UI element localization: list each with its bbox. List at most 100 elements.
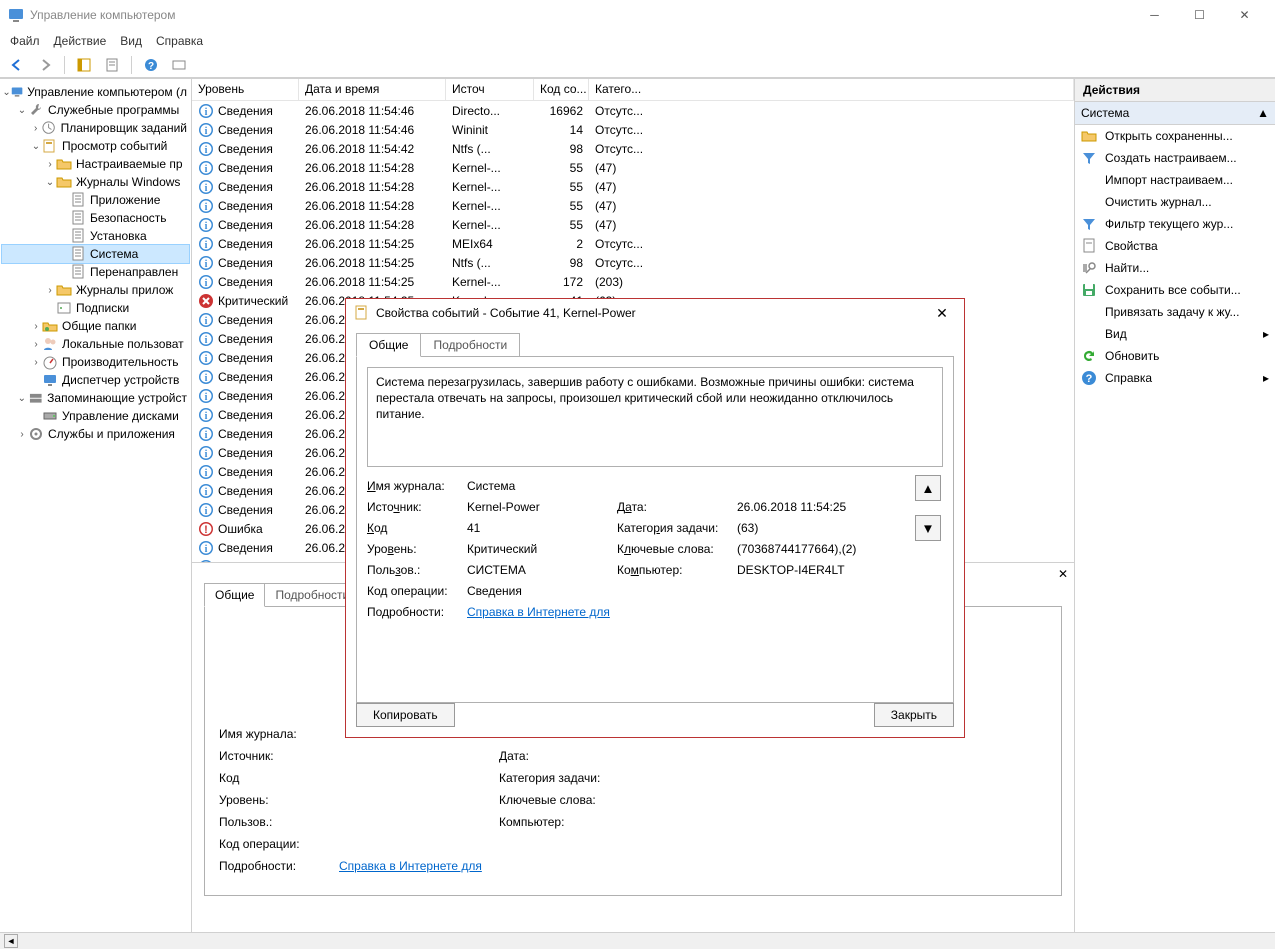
detail-close-icon[interactable]: ✕ xyxy=(1058,567,1068,581)
f-cat-label: Категория задачи: xyxy=(617,521,737,535)
tree-item[interactable]: Безопасность xyxy=(2,209,189,227)
tree-item[interactable]: ⌄Управление компьютером (л xyxy=(2,83,189,101)
expand-icon[interactable]: ⌄ xyxy=(44,177,56,188)
help-button[interactable]: ? xyxy=(140,54,162,76)
expand-icon[interactable]: ⌄ xyxy=(30,141,42,152)
tree-item[interactable]: Установка xyxy=(2,227,189,245)
next-event-button[interactable]: ▼ xyxy=(915,515,941,541)
copy-button[interactable]: Копировать xyxy=(356,703,455,727)
tree-item[interactable]: ⌄Журналы Windows xyxy=(2,173,189,191)
col-datetime[interactable]: Дата и время xyxy=(299,79,446,100)
action-item[interactable]: Очистить журнал... xyxy=(1075,191,1275,213)
col-level[interactable]: Уровень xyxy=(192,79,299,100)
tree-item[interactable]: Подписки xyxy=(2,299,189,317)
col-category[interactable]: Катего... xyxy=(589,79,1074,100)
action-label: Привязать задачу к жу... xyxy=(1105,305,1269,319)
tree-item[interactable]: ›Планировщик заданий xyxy=(2,119,189,137)
tree-item[interactable]: ›Производительность xyxy=(2,353,189,371)
table-row[interactable]: iСведения26.06.2018 11:54:25MEIx642Отсут… xyxy=(192,234,1074,253)
back-button[interactable] xyxy=(6,54,28,76)
cell-level: Сведения xyxy=(218,408,273,422)
menu-file[interactable]: Файл xyxy=(10,34,40,48)
action-item[interactable]: Свойства xyxy=(1075,235,1275,257)
forward-button[interactable] xyxy=(34,54,56,76)
table-row[interactable]: iСведения26.06.2018 11:54:28Kernel-...55… xyxy=(192,177,1074,196)
tree-item[interactable]: Система xyxy=(2,245,189,263)
tree-item[interactable]: ›Локальные пользоват xyxy=(2,335,189,353)
actions-section[interactable]: Система ▲ xyxy=(1075,102,1275,125)
log-icon xyxy=(70,210,86,226)
tree-item[interactable]: ⌄Служебные программы xyxy=(2,101,189,119)
scroll-left-icon[interactable]: ◄ xyxy=(4,934,18,948)
tree-item[interactable]: ⌄Запоминающие устройст xyxy=(2,389,189,407)
dialog-tab-details[interactable]: Подробности xyxy=(420,333,520,357)
tree-item[interactable]: Приложение xyxy=(2,191,189,209)
table-row[interactable]: iСведения26.06.2018 11:54:28Kernel-...55… xyxy=(192,158,1074,177)
tree-item[interactable]: Управление дисками xyxy=(2,407,189,425)
tree-item[interactable]: Перенаправлен xyxy=(2,263,189,281)
action-item[interactable]: Привязать задачу к жу... xyxy=(1075,301,1275,323)
menu-action[interactable]: Действие xyxy=(54,34,107,48)
expand-icon[interactable]: ⌄ xyxy=(16,105,28,116)
minimize-button[interactable]: ─ xyxy=(1132,1,1177,29)
expand-icon[interactable]: ⌄ xyxy=(16,393,28,404)
action-item[interactable]: Обновить xyxy=(1075,345,1275,367)
expand-icon[interactable]: › xyxy=(44,285,56,296)
expand-icon[interactable]: › xyxy=(30,339,42,350)
expand-icon[interactable]: ⌄ xyxy=(2,87,11,98)
info-icon: i xyxy=(198,312,214,328)
menu-view[interactable]: Вид xyxy=(120,34,142,48)
expand-icon[interactable]: › xyxy=(44,159,56,170)
tree-item[interactable]: ›Журналы прилож xyxy=(2,281,189,299)
action-item[interactable]: Вид▸ xyxy=(1075,323,1275,345)
tree-item-label: Система xyxy=(90,247,138,261)
tree-item[interactable]: ⌄Просмотр событий xyxy=(2,137,189,155)
storage-icon xyxy=(28,390,44,406)
extra-button[interactable] xyxy=(168,54,190,76)
action-item[interactable]: ?Справка▸ xyxy=(1075,367,1275,389)
tree-item[interactable]: › Настраиваемые пр xyxy=(2,155,189,173)
dialog-help-link[interactable]: Справка в Интернете для xyxy=(467,605,610,619)
tree-item[interactable]: ›Общие папки xyxy=(2,317,189,335)
dialog-icon xyxy=(354,305,370,321)
col-source[interactable]: Источ xyxy=(446,79,534,100)
table-row[interactable]: iСведения26.06.2018 11:54:46Directo...16… xyxy=(192,101,1074,120)
svg-text:i: i xyxy=(205,164,208,175)
tree-item[interactable]: Диспетчер устройств xyxy=(2,371,189,389)
svg-text:i: i xyxy=(205,126,208,137)
show-hide-button[interactable] xyxy=(73,54,95,76)
table-row[interactable]: iСведения26.06.2018 11:54:42Ntfs (...98О… xyxy=(192,139,1074,158)
action-item[interactable]: Открыть сохраненны... xyxy=(1075,125,1275,147)
tab-general[interactable]: Общие xyxy=(204,583,265,607)
close-button[interactable]: ✕ xyxy=(1222,1,1267,29)
table-row[interactable]: iСведения26.06.2018 11:54:28Kernel-...55… xyxy=(192,196,1074,215)
action-item[interactable]: Сохранить все событи... xyxy=(1075,279,1275,301)
dialog-close-button[interactable]: ✕ xyxy=(928,299,956,327)
dialog-tab-general[interactable]: Общие xyxy=(356,333,421,357)
properties-button[interactable] xyxy=(101,54,123,76)
table-row[interactable]: iСведения26.06.2018 11:54:28Kernel-...55… xyxy=(192,215,1074,234)
close-dialog-button[interactable]: Закрыть xyxy=(874,703,954,727)
table-row[interactable]: iСведения26.06.2018 11:54:25Ntfs (...98О… xyxy=(192,253,1074,272)
expand-icon[interactable]: › xyxy=(30,357,42,368)
action-item[interactable]: Импорт настраиваем... xyxy=(1075,169,1275,191)
tree-item-label: Настраиваемые пр xyxy=(76,157,183,171)
col-code[interactable]: Код со... xyxy=(534,79,589,100)
cell-level: Сведения xyxy=(218,313,273,327)
expand-icon[interactable]: › xyxy=(30,123,41,134)
prev-event-button[interactable]: ▲ xyxy=(915,475,941,501)
action-item[interactable]: Найти... xyxy=(1075,257,1275,279)
menu-help[interactable]: Справка xyxy=(156,34,203,48)
expand-icon[interactable]: › xyxy=(16,429,28,440)
table-row[interactable]: iСведения26.06.2018 11:54:25Kernel-...17… xyxy=(192,272,1074,291)
svg-text:i: i xyxy=(205,411,208,422)
dp-help-link[interactable]: Справка в Интернете для xyxy=(339,859,482,873)
table-row[interactable]: iСведения26.06.2018 11:54:46Wininit14Отс… xyxy=(192,120,1074,139)
expand-icon[interactable]: › xyxy=(30,321,42,332)
dialog-message: Система перезагрузилась, завершив работу… xyxy=(367,367,943,467)
action-item[interactable]: Фильтр текущего жур... xyxy=(1075,213,1275,235)
action-item[interactable]: Создать настраиваем... xyxy=(1075,147,1275,169)
cell-category: (47) xyxy=(589,217,1074,233)
tree-item[interactable]: ›Службы и приложения xyxy=(2,425,189,443)
maximize-button[interactable]: ☐ xyxy=(1177,1,1222,29)
